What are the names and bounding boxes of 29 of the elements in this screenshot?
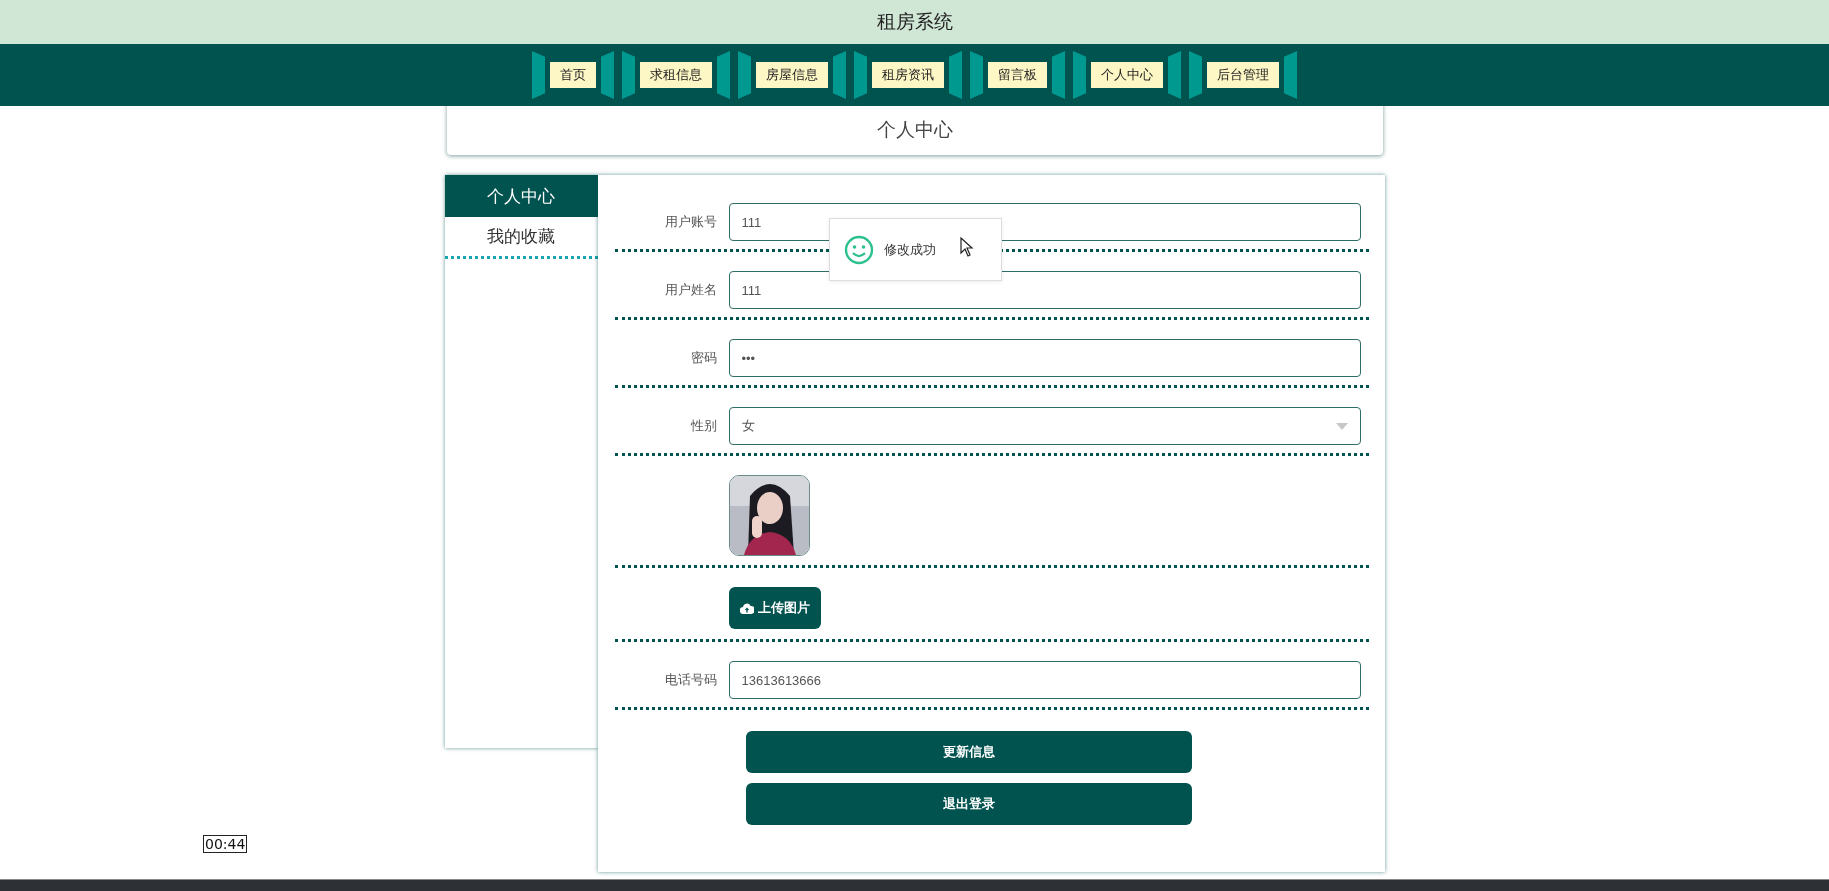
action-button[interactable]: 更新信息	[746, 731, 1192, 773]
nav-tab[interactable]: 留言板	[970, 51, 1065, 99]
select-field[interactable]: 女	[728, 407, 1361, 445]
cursor-icon	[960, 237, 974, 257]
nav-tab[interactable]: 首页	[532, 51, 614, 99]
smile-icon	[844, 234, 874, 265]
nav-tab[interactable]: 后台管理	[1189, 51, 1297, 99]
input-field[interactable]: 111	[728, 271, 1361, 309]
caret-icon	[1335, 422, 1348, 430]
field-label: 用户账号	[663, 213, 718, 231]
nav-tab[interactable]: 房屋信息	[738, 51, 846, 99]
field-label: 电话号码	[663, 671, 718, 689]
field-label: 性别	[689, 417, 718, 435]
cloud-upload-icon	[739, 602, 754, 614]
field-label: 用户姓名	[663, 281, 718, 299]
sidebar-item[interactable]: 个人中心	[444, 175, 598, 217]
input-field[interactable]: 13613613666	[728, 661, 1361, 699]
nav-tab[interactable]: 求租信息	[622, 51, 730, 99]
input-field[interactable]: •••	[728, 339, 1361, 377]
toast-text: 修改成功	[884, 240, 936, 259]
page-title: 个人中心	[876, 118, 953, 142]
nav-tab[interactable]: 个人中心	[1073, 51, 1181, 99]
time-tooltip: 00:44	[203, 835, 248, 853]
sidebar-item[interactable]: 我的收藏	[444, 217, 598, 259]
field-label: 密码	[689, 349, 718, 367]
upload-button[interactable]: 上传图片	[728, 587, 821, 629]
app-title: 租房系统	[876, 10, 953, 34]
nav-tab[interactable]: 租房资讯	[854, 51, 962, 99]
action-button[interactable]: 退出登录	[746, 783, 1192, 825]
